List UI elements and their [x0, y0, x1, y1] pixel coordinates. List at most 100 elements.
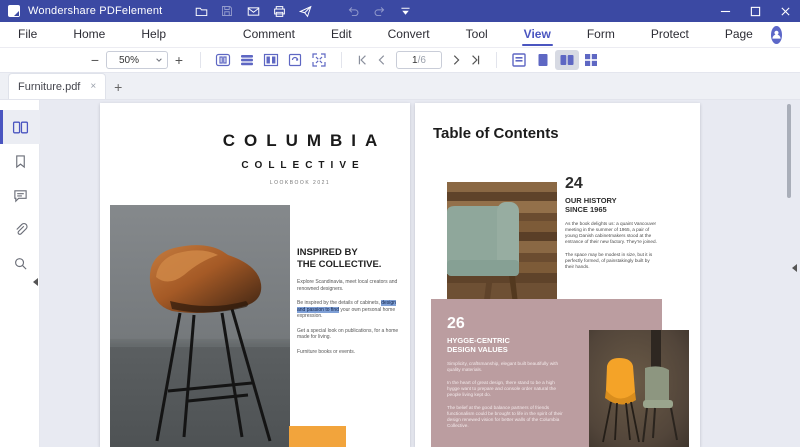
maximize-button[interactable]: [740, 0, 770, 22]
vertical-scrollbar-thumb[interactable]: [787, 104, 791, 198]
toolbar-separator: [341, 52, 342, 68]
toc-section-24: 24 OUR HISTORY SINCE 1965 As the book de…: [565, 175, 657, 270]
previous-page-button[interactable]: [372, 50, 392, 70]
minimize-button[interactable]: [710, 0, 740, 22]
brand-subtitle: COLLECTIVE: [241, 160, 365, 171]
window-controls: [710, 0, 800, 22]
toc-section-paragraph: The space may be modest in size, but it …: [565, 252, 653, 269]
intro-paragraph: Furniture books or events.: [297, 348, 356, 355]
brand-title: COLUMBIA: [222, 131, 387, 150]
toc-section-number: 26: [447, 315, 465, 332]
email-icon[interactable]: [240, 2, 266, 20]
collapse-toolbar-icon[interactable]: [392, 2, 418, 20]
grid-view-icon[interactable]: [579, 50, 603, 70]
tab-close-icon[interactable]: ×: [90, 81, 96, 92]
toc-section-paragraph: Simplicity, craftsmanship, elegant built…: [447, 361, 559, 372]
intro-heading: INSPIRED BY THE COLLECTIVE.: [297, 247, 401, 271]
book-layout-icon[interactable]: [211, 50, 235, 70]
toc-s1-heading-line2: SINCE 1965: [565, 205, 607, 214]
menu-help[interactable]: Help: [137, 22, 170, 48]
toc-section-paragraph: In the heart of great design, there stan…: [447, 380, 556, 397]
intro-heading-line1: INSPIRED BY: [297, 247, 358, 258]
tab-furniture-pdf[interactable]: Furniture.pdf ×: [8, 73, 107, 99]
toc-title: Table of Contents: [433, 125, 559, 142]
toc-s1-heading-line1: OUR HISTORY: [565, 196, 617, 205]
rotate-page-icon[interactable]: [283, 50, 307, 70]
bookmarks-panel-icon[interactable]: [0, 144, 40, 178]
toc-section-26: 26 HYGGE-CENTRIC DESIGN VALUES Simplicit…: [447, 315, 565, 429]
zoom-level-select[interactable]: 50%: [106, 51, 168, 69]
menubar: File Home Help Comment Edit Convert Tool…: [0, 22, 800, 48]
intro-paragraph: Explore Scandinavia, meet local creators…: [297, 279, 398, 292]
open-folder-icon[interactable]: [188, 2, 214, 20]
save-icon[interactable]: [214, 2, 240, 20]
pdfelement-window: Wondershare PDFelement File Home Help Co…: [0, 0, 800, 447]
toc-section-number: 24: [565, 175, 583, 192]
right-panel-collapse-arrow[interactable]: [792, 264, 797, 272]
menu-protect[interactable]: Protect: [647, 22, 693, 48]
toc-s2-heading-line1: HYGGE-CENTRIC: [447, 336, 510, 345]
orange-accent-block: [289, 426, 346, 447]
titlebar: Wondershare PDFelement: [0, 0, 800, 22]
page-number-input[interactable]: 1/6: [396, 51, 442, 69]
pdf-page-1[interactable]: COLUMBIA COLLECTIVE LOOKBOOK 2021 INSPIR…: [100, 103, 410, 447]
zoom-level-value: 50%: [119, 54, 140, 66]
print-icon[interactable]: [266, 2, 292, 20]
share-icon[interactable]: [292, 2, 318, 20]
zoom-in-button[interactable]: +: [168, 50, 190, 70]
toc-section-heading: HYGGE-CENTRIC DESIGN VALUES: [447, 336, 565, 354]
reading-mode-icon[interactable]: [235, 50, 259, 70]
menu-view[interactable]: View: [520, 22, 555, 48]
intro-paragraph-highlighted: Be inspired by the details of cabinets, …: [297, 300, 401, 320]
zoom-out-button[interactable]: −: [84, 50, 106, 70]
last-page-button[interactable]: [466, 50, 486, 70]
toolbar-separator: [496, 52, 497, 68]
toc-section-paragraph: The belief at the good balance partners …: [447, 405, 563, 428]
menu-tool[interactable]: Tool: [462, 22, 492, 48]
single-continuous-view-icon[interactable]: [507, 50, 531, 70]
pdf-page-2[interactable]: Table of Contents 24 OUR HISTORY SINCE 1…: [415, 103, 700, 447]
tabbar: Furniture.pdf × +: [0, 73, 800, 100]
redo-icon[interactable]: [366, 2, 392, 20]
orange-chair-photo: [589, 330, 689, 447]
full-screen-icon[interactable]: [307, 50, 331, 70]
document-workspace[interactable]: COLUMBIA COLLECTIVE LOOKBOOK 2021 INSPIR…: [40, 100, 800, 447]
tab-label: Furniture.pdf: [18, 80, 81, 93]
toc-section-paragraph: As the book delights us: a quaint Vancou…: [565, 221, 657, 244]
main-area: COLUMBIA COLLECTIVE LOOKBOOK 2021 INSPIR…: [0, 100, 800, 447]
thumbnails-panel-icon[interactable]: [0, 110, 40, 144]
intro-column: INSPIRED BY THE COLLECTIVE. Explore Scan…: [297, 247, 401, 355]
comments-panel-icon[interactable]: [0, 178, 40, 212]
menu-page[interactable]: Page: [721, 22, 757, 48]
toolbar-separator: [200, 52, 201, 68]
next-page-button[interactable]: [446, 50, 466, 70]
search-panel-icon[interactable]: [0, 246, 40, 280]
menu-convert[interactable]: Convert: [384, 22, 434, 48]
menu-home[interactable]: Home: [69, 22, 109, 48]
menu-form[interactable]: Form: [583, 22, 619, 48]
account-avatar[interactable]: [770, 25, 782, 44]
page-total: /6: [417, 54, 426, 66]
view-toolbar: − 50% + 1/6: [0, 48, 800, 73]
toc-section-heading: OUR HISTORY SINCE 1965: [565, 196, 657, 214]
menu-edit[interactable]: Edit: [327, 22, 356, 48]
intro-paragraph: Get a special look on publications, for …: [297, 327, 399, 341]
undo-icon[interactable]: [340, 2, 366, 20]
facing-pages-icon[interactable]: [259, 50, 283, 70]
two-page-view-icon[interactable]: [555, 50, 579, 70]
menu-file[interactable]: File: [14, 22, 41, 48]
intro-para2-pre: Be inspired by the details of cabinets,: [297, 300, 382, 306]
bar-stool-photo: [110, 205, 290, 447]
first-page-button[interactable]: [352, 50, 372, 70]
chevron-down-icon: [156, 58, 162, 62]
attachments-panel-icon[interactable]: [0, 212, 40, 246]
app-logo-icon: [8, 5, 20, 17]
sidebar-collapse-arrow[interactable]: [33, 278, 38, 286]
close-button[interactable]: [770, 0, 800, 22]
new-tab-button[interactable]: +: [106, 75, 130, 99]
single-page-view-icon[interactable]: [531, 50, 555, 70]
toc-s2-heading-line2: DESIGN VALUES: [447, 345, 508, 354]
app-title: Wondershare PDFelement: [28, 5, 163, 17]
brand-tagline: LOOKBOOK 2021: [269, 180, 331, 186]
menu-comment[interactable]: Comment: [239, 22, 299, 48]
